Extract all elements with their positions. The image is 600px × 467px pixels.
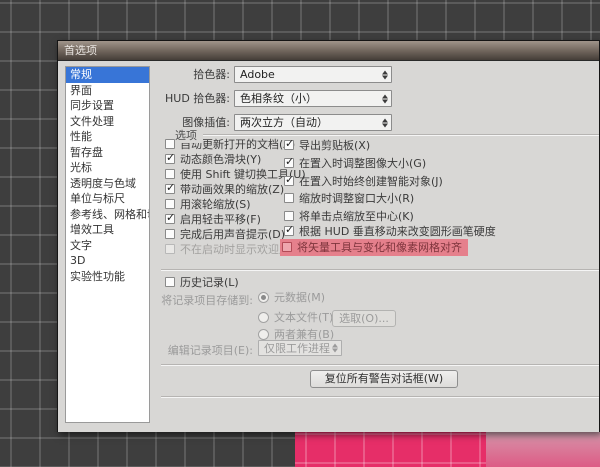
checkbox-resize-windows-when-zooming[interactable]: 缩放时调整窗口大小(R) bbox=[284, 192, 414, 207]
canvas-background: 首选项 常规 界面 同步设置 文件处理 性能 暂存盘 光标 透明度与色域 单位与… bbox=[0, 0, 600, 467]
checkbox-icon bbox=[165, 199, 175, 209]
hud-color-picker-label: HUD 拾色器: bbox=[165, 92, 230, 105]
dialog-title: 首选项 bbox=[64, 44, 97, 57]
checkbox-icon bbox=[284, 137, 294, 151]
sidebar-item-guides-grid-slices[interactable]: 参考线、网格和切片 bbox=[66, 207, 149, 223]
sidebar-item-transparency-gamut[interactable]: 透明度与色域 bbox=[66, 176, 149, 192]
checkbox-icon bbox=[165, 181, 175, 195]
options-group-label: 选项 bbox=[175, 127, 203, 143]
checkbox-icon bbox=[284, 211, 294, 221]
checkbox-icon bbox=[284, 193, 294, 203]
checkbox-dynamic-color-sliders[interactable]: 动态颜色滑块(Y) bbox=[165, 151, 261, 168]
sidebar-item-cursors[interactable]: 光标 bbox=[66, 160, 149, 176]
checkbox-icon bbox=[165, 277, 175, 287]
radio-icon bbox=[258, 292, 269, 303]
sidebar-item-plugins[interactable]: 增效工具 bbox=[66, 222, 149, 238]
edit-log-items-select[interactable]: 仅限工作进程 bbox=[258, 340, 342, 356]
reset-all-warning-dialogs-button[interactable]: 复位所有警告对话框(W) bbox=[310, 370, 458, 388]
checkbox-snap-vector-tools-to-pixel-grid[interactable]: 将矢量工具与变化和像素网格对齐 bbox=[280, 239, 468, 256]
sidebar-item-scratch-disks[interactable]: 暂存盘 bbox=[66, 145, 149, 161]
radio-icon bbox=[258, 329, 269, 340]
sidebar-item-3d[interactable]: 3D bbox=[66, 253, 149, 269]
image-interpolation-value: 两次立方（自动） bbox=[240, 116, 328, 129]
sidebar-item-performance[interactable]: 性能 bbox=[66, 129, 149, 145]
hud-color-picker-value: 色相条纹（小） bbox=[240, 92, 317, 105]
image-interpolation-select[interactable]: 两次立方（自动） bbox=[234, 114, 392, 131]
edit-log-items-value: 仅限工作进程 bbox=[264, 342, 330, 355]
checkbox-zoom-clicked-point-to-center[interactable]: 将单击点缩放至中心(K) bbox=[284, 210, 414, 225]
checkbox-enable-flick-panning[interactable]: 启用轻击平移(F) bbox=[165, 211, 261, 228]
checkbox-icon bbox=[165, 244, 175, 254]
preferences-dialog: 首选项 常规 界面 同步设置 文件处理 性能 暂存盘 光标 透明度与色域 单位与… bbox=[57, 40, 600, 432]
updown-arrows-icon bbox=[332, 343, 338, 353]
checkbox-hud-vary-round-brush-hardness[interactable]: 根据 HUD 垂直移动来改变圆形画笔硬度 bbox=[284, 223, 496, 240]
sidebar-item-units-rulers[interactable]: 单位与标尺 bbox=[66, 191, 149, 207]
sidebar-item-type[interactable]: 文字 bbox=[66, 238, 149, 254]
updown-arrows-icon bbox=[382, 70, 388, 79]
edit-log-items-label: 编辑记录项目(E): bbox=[167, 344, 253, 357]
save-log-items-to-label: 将记录项目存储到: bbox=[161, 294, 253, 307]
dialog-titlebar[interactable]: 首选项 bbox=[58, 41, 599, 61]
updown-arrows-icon bbox=[382, 94, 388, 103]
sidebar-item-experimental-features[interactable]: 实验性功能 bbox=[66, 269, 149, 285]
checkbox-animated-zoom[interactable]: 带动画效果的缩放(Z) bbox=[165, 181, 284, 198]
checkbox-icon bbox=[284, 155, 294, 169]
checkbox-icon bbox=[284, 173, 294, 187]
options-group-divider bbox=[203, 134, 599, 136]
checkbox-resize-image-during-place[interactable]: 在置入时调整图像大小(G) bbox=[284, 155, 426, 172]
checkbox-icon bbox=[282, 242, 292, 252]
checkbox-icon bbox=[165, 151, 175, 165]
checkbox-icon bbox=[165, 229, 175, 239]
checkbox-beep-when-done[interactable]: 完成后用声音提示(D) bbox=[165, 228, 285, 243]
checkbox-icon bbox=[165, 211, 175, 225]
checkbox-always-create-smart-objects[interactable]: 在置入时始终创建智能对象(J) bbox=[284, 173, 443, 190]
hud-color-picker-select[interactable]: 色相条纹（小） bbox=[234, 90, 392, 107]
checkbox-icon bbox=[165, 139, 175, 149]
checkbox-export-clipboard[interactable]: 导出剪贴板(X) bbox=[284, 137, 370, 154]
section-divider bbox=[161, 396, 599, 398]
checkbox-icon bbox=[165, 169, 175, 179]
checkbox-icon bbox=[284, 223, 294, 237]
color-picker-value: Adobe bbox=[240, 68, 275, 81]
section-divider bbox=[161, 269, 599, 271]
checkbox-history-log[interactable]: 历史记录(L) bbox=[165, 276, 239, 291]
section-divider bbox=[161, 364, 599, 366]
choose-button[interactable]: 选取(O)... bbox=[332, 310, 396, 327]
dialog-content: 常规 界面 同步设置 文件处理 性能 暂存盘 光标 透明度与色域 单位与标尺 参… bbox=[58, 61, 599, 432]
radio-text-file[interactable]: 文本文件(T) bbox=[258, 311, 333, 325]
checkbox-zoom-with-scroll-wheel[interactable]: 用滚轮缩放(S) bbox=[165, 198, 251, 213]
color-picker-select[interactable]: Adobe bbox=[234, 66, 392, 83]
canvas-pink-area bbox=[295, 431, 486, 467]
radio-metadata[interactable]: 元数据(M) bbox=[258, 291, 325, 305]
color-picker-label: 拾色器: bbox=[193, 68, 230, 81]
radio-icon bbox=[258, 312, 269, 323]
image-interpolation-label: 图像插值: bbox=[182, 116, 230, 129]
updown-arrows-icon bbox=[382, 118, 388, 127]
